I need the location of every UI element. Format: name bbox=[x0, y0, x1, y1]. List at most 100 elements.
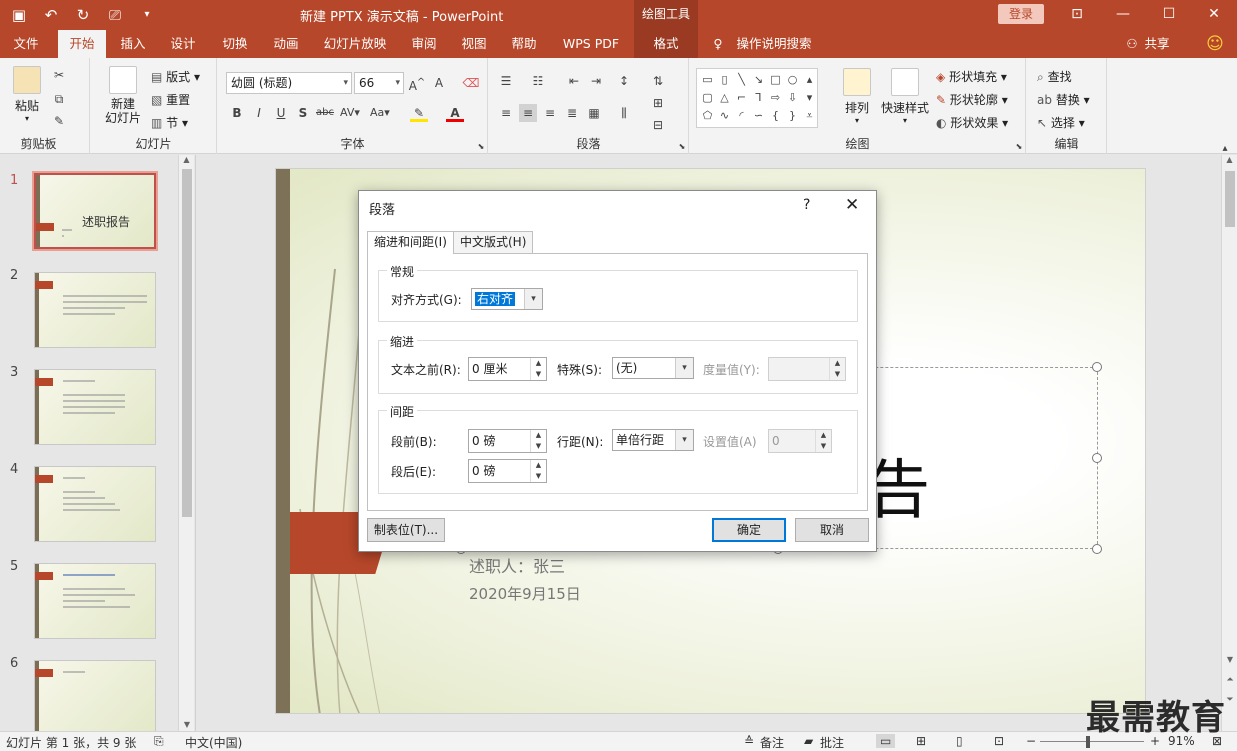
setting-spinner[interactable]: 0 ▲ ▼ bbox=[768, 429, 832, 453]
resize-handle[interactable] bbox=[1092, 362, 1102, 372]
slide-reporter-text[interactable]: 述职人：张三 bbox=[469, 553, 565, 577]
gallery-up-icon[interactable]: ▴ bbox=[801, 71, 818, 89]
shapes-gallery[interactable]: ▭ ▯ ╲ ↘ □ ○ ▴ ▢ △ ⌐ ⅂ ⇨ ⇩ ▾ ⬠ ∿ ◜ ∽ { } … bbox=[696, 68, 818, 128]
tab-transitions[interactable]: 切换 bbox=[212, 30, 258, 58]
zoom-slider-track[interactable] bbox=[1040, 741, 1144, 742]
close-icon[interactable]: ✕ bbox=[845, 195, 859, 215]
help-icon[interactable]: ? bbox=[803, 197, 810, 213]
smartart-icon[interactable]: ⊟ bbox=[649, 116, 667, 134]
highlight-icon[interactable]: ✎ bbox=[410, 104, 428, 122]
scroll-down-icon[interactable]: ▼ bbox=[179, 720, 195, 729]
arrow-shape-icon[interactable]: ↘ bbox=[750, 71, 767, 89]
resize-handle[interactable] bbox=[1092, 544, 1102, 554]
increase-font-icon[interactable]: A^ bbox=[408, 74, 426, 93]
slide-thumbnail-4[interactable] bbox=[34, 466, 156, 542]
thumbnail-scrollbar[interactable]: ▲ ▼ bbox=[178, 155, 194, 731]
format-painter-icon[interactable]: ✎ bbox=[50, 112, 68, 130]
tab-help[interactable]: 帮助 bbox=[502, 30, 546, 58]
previous-slide-icon[interactable]: ⏶ bbox=[1222, 675, 1237, 685]
elbow-connector-icon[interactable]: ⌐ bbox=[733, 89, 750, 107]
tab-insert[interactable]: 插入 bbox=[110, 30, 156, 58]
slideshow-icon[interactable]: ⎚ bbox=[104, 4, 126, 26]
thumbnail-scroll-thumb[interactable] bbox=[182, 169, 192, 517]
strikethrough-icon[interactable]: abc bbox=[316, 104, 334, 122]
tab-design[interactable]: 设计 bbox=[160, 30, 206, 58]
justify-icon[interactable]: ≣ bbox=[563, 104, 581, 122]
cancel-button[interactable]: 取消 bbox=[795, 518, 869, 542]
special-select[interactable]: (无) ▾ bbox=[612, 357, 694, 379]
spinner-arrows-icon[interactable]: ▲ ▼ bbox=[530, 460, 546, 482]
font-color-icon[interactable]: A bbox=[446, 104, 464, 122]
tab-file[interactable]: 文件 bbox=[4, 30, 48, 58]
reset-button[interactable]: ▧ 重置 bbox=[151, 91, 190, 108]
elbow-arrow-icon[interactable]: ⅂ bbox=[750, 89, 767, 107]
columns-icon[interactable]: ⫼ bbox=[615, 104, 633, 122]
align-right-icon[interactable]: ≡ bbox=[541, 104, 559, 122]
spinner-arrows-icon[interactable]: ▲ ▼ bbox=[815, 430, 831, 452]
shape-outline-button[interactable]: ✎ 形状轮廓 ▾ bbox=[936, 91, 1008, 108]
scribble-shape-icon[interactable]: ∽ bbox=[750, 107, 767, 125]
down-arrow-shape-icon[interactable]: ⇩ bbox=[784, 89, 801, 107]
cut-icon[interactable]: ✂ bbox=[50, 66, 68, 84]
numbering-icon[interactable]: ☷ bbox=[529, 72, 547, 90]
before-text-spinner[interactable]: 0 厘米 ▲ ▼ bbox=[468, 357, 547, 381]
font-size-combo[interactable]: 66 ▾ bbox=[354, 72, 404, 94]
shape-effects-button[interactable]: ◐ 形状效果 ▾ bbox=[936, 114, 1008, 131]
login-button[interactable]: 登录 bbox=[998, 4, 1044, 24]
spinner-arrows-icon[interactable]: ▲ ▼ bbox=[530, 430, 546, 452]
alignment-select[interactable]: 右对齐 ▾ bbox=[471, 288, 543, 310]
tab-format[interactable]: 格式 bbox=[634, 30, 698, 58]
decrease-font-icon[interactable]: A bbox=[430, 74, 448, 92]
triangle-shape-icon[interactable]: △ bbox=[716, 89, 733, 107]
arc-shape-icon[interactable]: ◜ bbox=[733, 107, 750, 125]
scroll-up-icon[interactable]: ▲ bbox=[179, 155, 194, 164]
spinner-arrows-icon[interactable]: ▲ ▼ bbox=[829, 358, 845, 380]
font-name-combo[interactable]: 幼圆 (标题) ▾ bbox=[226, 72, 352, 94]
undo-icon[interactable]: ↶ bbox=[40, 4, 62, 26]
tab-home[interactable]: 开始 bbox=[58, 30, 106, 58]
tab-indents-and-spacing[interactable]: 缩进和间距(I) bbox=[367, 231, 454, 254]
line-shape-icon[interactable]: ╲ bbox=[733, 71, 750, 89]
smiley-feedback-icon[interactable]: ☺ bbox=[1204, 30, 1226, 58]
change-case-icon[interactable]: Aa▾ bbox=[370, 104, 390, 122]
save-icon[interactable]: ▣ bbox=[8, 4, 30, 26]
clear-formatting-icon[interactable]: ⌫ bbox=[462, 74, 480, 92]
textbox-shape-icon[interactable]: ▭ bbox=[699, 71, 716, 89]
paragraph-dialog-launcher-icon[interactable]: ⬊ bbox=[673, 138, 691, 156]
notes-icon[interactable]: ≙ bbox=[744, 734, 754, 748]
left-brace-icon[interactable]: { bbox=[767, 107, 784, 125]
character-spacing-icon[interactable]: AV▾ bbox=[340, 104, 360, 122]
arrange-button[interactable]: 排列 ▾ bbox=[840, 68, 874, 125]
bold-icon[interactable]: B bbox=[228, 104, 246, 122]
slide-scroll-thumb[interactable] bbox=[1225, 171, 1235, 227]
normal-view-icon[interactable]: ▭ bbox=[876, 734, 896, 748]
ok-button[interactable]: 确定 bbox=[712, 518, 786, 542]
tabs-button[interactable]: 制表位(T)... bbox=[367, 518, 445, 542]
rectangle-shape-icon[interactable]: □ bbox=[767, 71, 784, 89]
bullets-icon[interactable]: ☰ bbox=[497, 72, 515, 90]
close-window-icon[interactable]: ✕ bbox=[1191, 2, 1237, 26]
tab-slideshow[interactable]: 幻灯片放映 bbox=[318, 30, 392, 58]
spinner-arrows-icon[interactable]: ▲ ▼ bbox=[530, 358, 546, 380]
shadow-icon[interactable]: S bbox=[294, 104, 312, 122]
italic-icon[interactable]: I bbox=[250, 104, 268, 122]
slide-sorter-view-icon[interactable]: ⊞ bbox=[916, 734, 926, 748]
align-text-icon[interactable]: ⊞ bbox=[649, 94, 667, 112]
comments-icon[interactable]: ▰ bbox=[804, 734, 813, 748]
select-button[interactable]: ↖ 选择 ▾ bbox=[1037, 114, 1085, 131]
copy-icon[interactable]: ⧉ bbox=[50, 90, 68, 108]
line-spacing-select[interactable]: 单倍行距 ▾ bbox=[612, 429, 694, 451]
font-dialog-launcher-icon[interactable]: ⬊ bbox=[472, 138, 490, 156]
slide-thumbnail-5[interactable] bbox=[34, 563, 156, 639]
scroll-down-icon[interactable]: ▼ bbox=[1222, 655, 1237, 664]
share-button[interactable]: 共享 bbox=[1142, 30, 1172, 58]
layout-button[interactable]: ▤ 版式 ▾ bbox=[151, 68, 200, 85]
quick-styles-button[interactable]: 快速样式 ▾ bbox=[880, 68, 930, 125]
slide-thumbnail-1[interactable]: 述职报告 bbox=[32, 171, 158, 251]
measure-spinner[interactable]: ▲ ▼ bbox=[768, 357, 846, 381]
ribbon-display-icon[interactable]: ⊡ bbox=[1054, 2, 1100, 26]
distributed-icon[interactable]: ▦ bbox=[585, 104, 603, 122]
gallery-down-icon[interactable]: ▾ bbox=[801, 89, 818, 107]
curve-shape-icon[interactable]: ∿ bbox=[716, 107, 733, 125]
drawing-dialog-launcher-icon[interactable]: ⬊ bbox=[1010, 138, 1028, 156]
